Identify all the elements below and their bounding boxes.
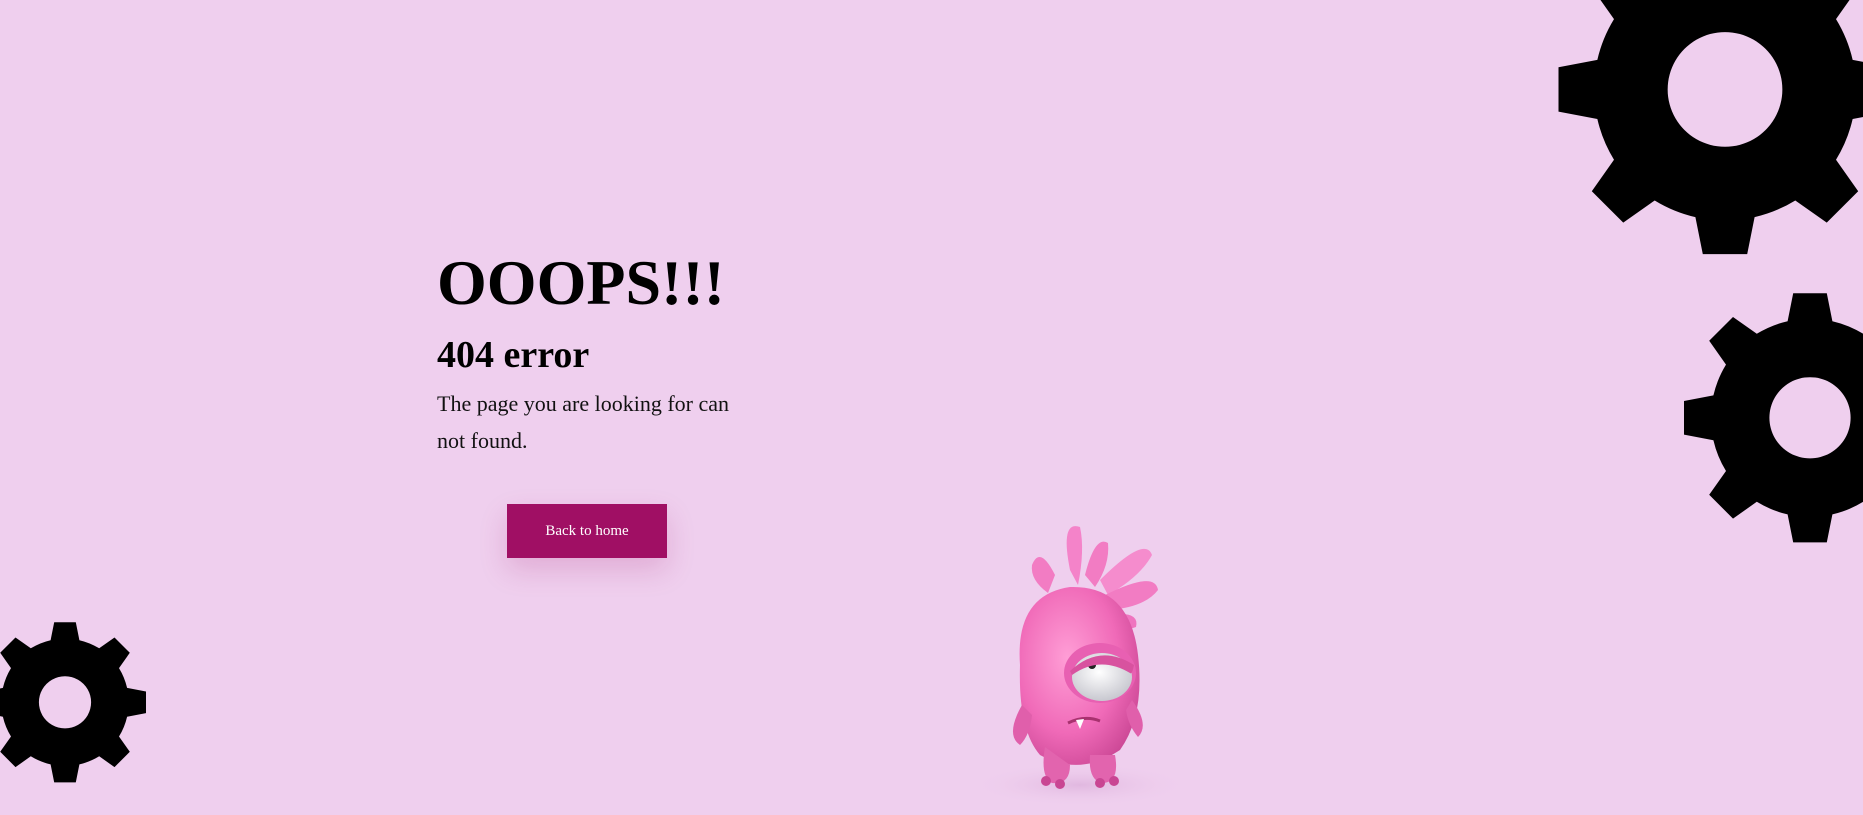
gear-icon <box>1558 0 1863 255</box>
error-headline: OOOPS!!! <box>437 247 725 318</box>
error-message: The page you are looking for can not fou… <box>437 391 729 453</box>
error-code: 404 error <box>437 334 590 376</box>
error-content: OOOPS!!! 404 error The page you are look… <box>437 245 767 459</box>
gear-icon <box>1684 293 1863 543</box>
monster-illustration <box>970 526 1190 805</box>
back-to-home-button[interactable]: Back to home <box>507 504 667 558</box>
gear-icon <box>0 622 146 783</box>
